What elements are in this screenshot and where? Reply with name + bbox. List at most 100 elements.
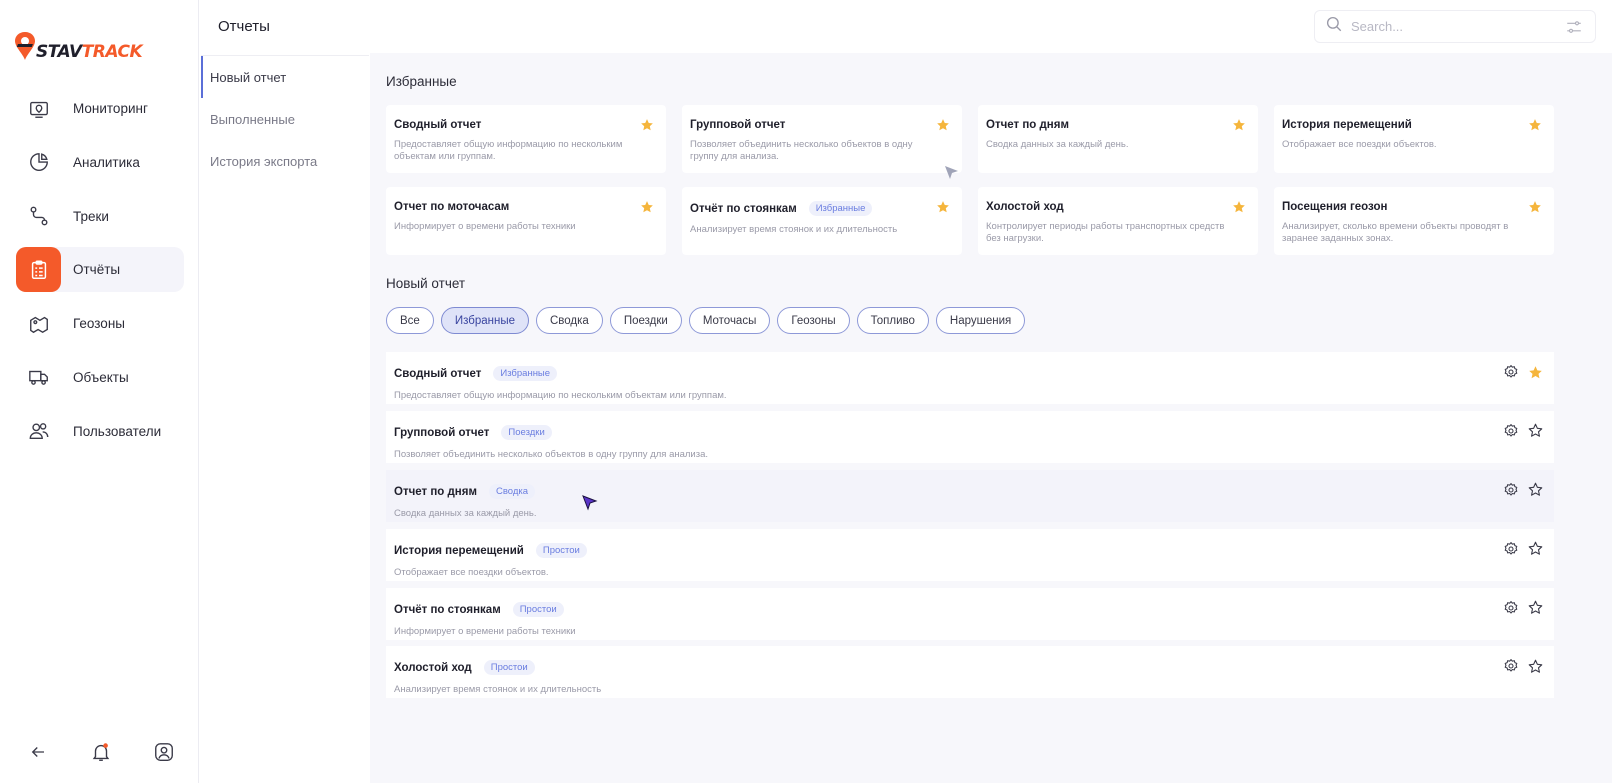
card-desc: Сводка данных за каждый день. <box>986 139 1129 150</box>
search-input[interactable] <box>1351 19 1563 34</box>
star-filled-icon[interactable] <box>640 118 654 132</box>
star-filled-icon[interactable] <box>936 118 950 132</box>
settings-gear-icon[interactable] <box>1502 599 1520 617</box>
card-desc: Анализирует время стоянок и их длительно… <box>690 224 898 235</box>
logo-track: TRACK <box>81 42 143 62</box>
settings-gear-icon[interactable] <box>1502 422 1520 440</box>
report-row[interactable]: Групповой отчет Поездки Позволяет объедин… <box>386 410 1554 463</box>
settings-gear-icon[interactable] <box>1502 363 1520 381</box>
row-desc: Предоставляет общую информацию по нескол… <box>394 390 727 401</box>
chip-all[interactable]: Все <box>386 307 434 334</box>
pie-chart-icon <box>16 140 61 185</box>
settings-gear-icon[interactable] <box>1502 540 1520 558</box>
search-icon <box>1325 15 1343 38</box>
report-row[interactable]: История перемещений Простои Отображает вс… <box>386 528 1554 581</box>
report-row[interactable]: Отчет по дням Сводка Сводка данных за каж… <box>386 469 1554 522</box>
logo-pin-icon <box>14 30 40 64</box>
search-box <box>1314 10 1596 43</box>
favorite-card[interactable]: Холостой ход Контролирует периоды работы… <box>978 187 1258 255</box>
row-actions <box>1496 422 1544 440</box>
row-desc: Сводка данных за каждый день. <box>394 507 537 519</box>
star-filled-icon[interactable] <box>1528 118 1542 132</box>
row-title-text: Отчет по дням <box>394 485 477 498</box>
favorite-card[interactable]: Отчет по дням Сводка данных за каждый де… <box>978 105 1258 173</box>
report-row[interactable]: Сводный отчет Избранные Предоставляет общ… <box>386 352 1554 404</box>
card-title: Групповой отчет <box>690 119 786 131</box>
row-title-text: Групповой отчет <box>394 426 490 439</box>
logo[interactable]: STAVTRACK <box>14 24 143 64</box>
sidebar-item-label: Аналитика <box>73 154 140 170</box>
filter-sliders-icon[interactable] <box>1563 16 1585 38</box>
chip-violations[interactable]: Нарушения <box>935 307 1026 334</box>
star-filled-icon[interactable] <box>1232 118 1246 132</box>
sidebar-item-label: Треки <box>73 208 109 224</box>
star-outline-icon[interactable] <box>1526 481 1544 499</box>
favorite-card[interactable]: Групповой отчет Позволяет объединить нес… <box>682 105 962 173</box>
row-actions <box>1496 481 1544 499</box>
row-title-text: История перемещений <box>394 544 524 557</box>
favorite-card[interactable]: История перемещений Отображает все поезд… <box>1274 105 1554 173</box>
star-filled-icon[interactable] <box>1232 200 1246 214</box>
sidebar-item-tracks[interactable]: Треки <box>16 194 184 239</box>
chip-favorites[interactable]: Избранные <box>440 307 529 334</box>
map-zone-icon <box>16 301 61 346</box>
profile-icon[interactable] <box>152 740 176 764</box>
back-arrow-icon[interactable] <box>26 740 50 764</box>
category-badge: Избранные <box>493 366 558 381</box>
card-title: Отчёт по стоянкам Избранные <box>690 201 954 216</box>
row-actions <box>1496 540 1544 558</box>
row-desc: Информирует о времени работы техники <box>394 625 576 637</box>
subnav-completed[interactable]: Выполненные <box>201 98 369 140</box>
chip-geozones[interactable]: Геозоны <box>777 307 850 334</box>
subnav-new-report[interactable]: Новый отчет <box>201 56 369 98</box>
star-filled-icon[interactable] <box>1526 363 1544 381</box>
sidebar-item-reports[interactable]: Отчёты <box>16 247 184 293</box>
category-badge: Избранные <box>808 201 873 216</box>
sidebar-item-monitoring[interactable]: Мониторинг <box>16 86 184 131</box>
chip-engine-hours[interactable]: Моточасы <box>688 307 771 334</box>
star-filled-icon[interactable] <box>640 200 654 214</box>
page-title: Отчеты <box>218 18 270 35</box>
reports-subnav: Новый отчет Выполненные История экспорта <box>201 55 369 182</box>
truck-icon <box>16 355 61 400</box>
report-row[interactable]: Отчёт по стоянкам Простои Информирует о в… <box>386 587 1554 640</box>
card-desc: Анализирует, сколько времени объекты про… <box>1282 221 1509 244</box>
sidebar-item-objects[interactable]: Объекты <box>16 355 184 400</box>
star-outline-icon[interactable] <box>1526 422 1544 440</box>
row-title: Холостой ход Простои <box>394 660 1546 676</box>
row-title: Отчёт по стоянкам Простои <box>394 601 1546 617</box>
settings-gear-icon[interactable] <box>1502 657 1520 675</box>
chip-fuel[interactable]: Топливо <box>856 307 929 334</box>
row-title: История перемещений Простои <box>394 542 1546 558</box>
star-filled-icon[interactable] <box>936 200 950 214</box>
favorite-card[interactable]: Отчет по моточасам Информирует о времени… <box>386 187 666 255</box>
row-actions <box>1496 363 1544 381</box>
favorite-card[interactable]: Отчёт по стоянкам Избранные Анализирует в… <box>682 187 962 255</box>
settings-gear-icon[interactable] <box>1502 481 1520 499</box>
sidebar-item-label: Объекты <box>73 369 129 385</box>
sidebar-item-analytics[interactable]: Аналитика <box>16 140 184 185</box>
card-title: Отчет по дням <box>986 119 1069 131</box>
star-filled-icon[interactable] <box>1528 200 1542 214</box>
report-row[interactable]: Холостой ход Простои Анализирует время ст… <box>386 646 1554 699</box>
favorite-card[interactable]: Посещения геозон Анализирует, сколько вр… <box>1274 187 1554 255</box>
monitor-pin-icon <box>16 86 61 131</box>
category-badge: Простои <box>535 542 587 558</box>
subnav-export-history[interactable]: История экспорта <box>201 140 369 182</box>
row-desc: Анализирует время стоянок и их длительно… <box>394 684 602 696</box>
sidebar-item-users[interactable]: Пользователи <box>16 409 184 454</box>
row-desc: Отображает все поездки объектов. <box>394 566 549 578</box>
notification-bell-icon[interactable] <box>89 740 113 764</box>
favorite-card[interactable]: Сводный отчет Предоставляет общую информ… <box>386 105 666 173</box>
favorites-title: Избранные <box>386 74 457 89</box>
star-outline-icon[interactable] <box>1526 540 1544 558</box>
star-outline-icon[interactable] <box>1526 657 1544 675</box>
clipboard-report-icon <box>16 247 61 293</box>
category-badge: Сводка <box>488 483 536 499</box>
card-title: История перемещений <box>1282 119 1412 131</box>
sidebar-item-geozones[interactable]: Геозоны <box>16 301 184 346</box>
chip-summary[interactable]: Сводка <box>535 307 603 334</box>
chip-trips[interactable]: Поездки <box>609 307 682 334</box>
star-outline-icon[interactable] <box>1526 599 1544 617</box>
sidebar-bottom <box>26 740 176 764</box>
